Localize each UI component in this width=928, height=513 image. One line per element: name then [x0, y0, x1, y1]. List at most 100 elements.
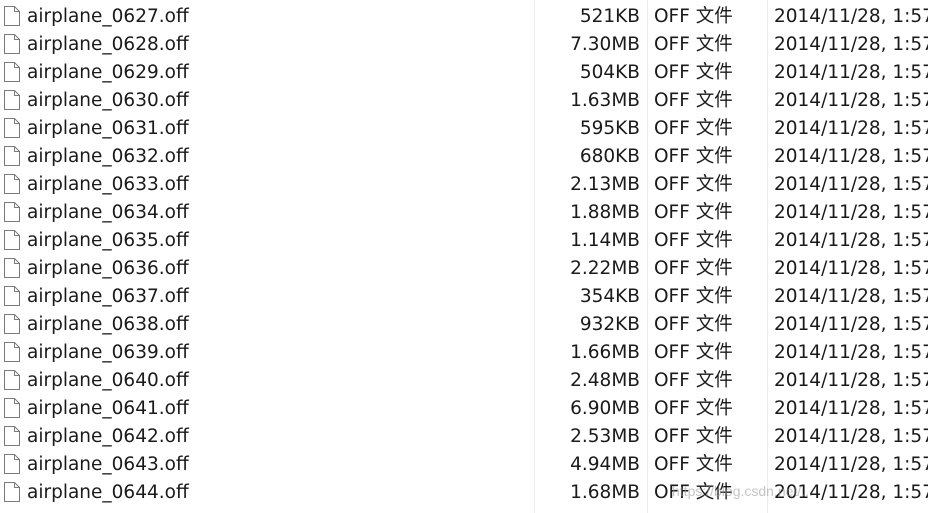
- file-type: OFF 文件: [654, 314, 733, 335]
- file-list: airplane_0627.off 521KB OFF 文件 2014/11/28, …: [0, 0, 928, 513]
- file-name: airplane_0639.off: [27, 342, 189, 363]
- file-icon: [4, 482, 20, 502]
- file-row[interactable]: airplane_0628.off 7.30MB OFF 文件 2014/11/28,…: [0, 30, 928, 58]
- file-icon: [4, 258, 20, 278]
- file-icon: [4, 146, 20, 166]
- file-name: airplane_0627.off: [27, 6, 189, 27]
- file-date: 2014/11/28, 1:57: [774, 370, 928, 391]
- file-type: OFF 文件: [654, 90, 733, 111]
- file-row[interactable]: airplane_0629.off 504KB OFF 文件 2014/11/28, …: [0, 58, 928, 86]
- file-icon: [4, 286, 20, 306]
- file-name: airplane_0638.off: [27, 314, 189, 335]
- file-size: 1.68MB: [570, 482, 640, 503]
- file-date: 2014/11/28, 1:57: [774, 398, 928, 419]
- file-type: OFF 文件: [654, 118, 733, 139]
- file-row[interactable]: airplane_0634.off 1.88MB OFF 文件 2014/11/28,…: [0, 198, 928, 226]
- file-icon: [4, 90, 20, 110]
- file-type: OFF 文件: [654, 342, 733, 363]
- file-type: OFF 文件: [654, 174, 733, 195]
- file-size: 2.48MB: [570, 370, 640, 391]
- file-icon: [4, 34, 20, 54]
- file-name: airplane_0643.off: [27, 454, 189, 475]
- file-size: 1.66MB: [570, 342, 640, 363]
- file-row[interactable]: airplane_0638.off 932KB OFF 文件 2014/11/28, …: [0, 310, 928, 338]
- file-size: 521KB: [579, 6, 640, 27]
- file-icon: [4, 202, 20, 222]
- file-icon: [4, 314, 20, 334]
- file-row[interactable]: airplane_0632.off 680KB OFF 文件 2014/11/28, …: [0, 142, 928, 170]
- file-size: 6.90MB: [570, 398, 640, 419]
- file-date: 2014/11/28, 1:57: [774, 314, 928, 335]
- file-icon: [4, 118, 20, 138]
- file-row[interactable]: airplane_0640.off 2.48MB OFF 文件 2014/11/28,…: [0, 366, 928, 394]
- file-name: airplane_0631.off: [27, 118, 189, 139]
- file-type: OFF 文件: [654, 258, 733, 279]
- file-date: 2014/11/28, 1:57: [774, 230, 928, 251]
- file-name: airplane_0628.off: [27, 34, 189, 55]
- file-date: 2014/11/28, 1:57: [774, 90, 928, 111]
- file-name: airplane_0642.off: [27, 426, 189, 447]
- file-type: OFF 文件: [654, 62, 733, 83]
- file-size: 2.53MB: [570, 426, 640, 447]
- file-size: 1.14MB: [570, 230, 640, 251]
- file-row[interactable]: airplane_0630.off 1.63MB OFF 文件 2014/11/28,…: [0, 86, 928, 114]
- file-type: OFF 文件: [654, 454, 733, 475]
- file-icon: [4, 230, 20, 250]
- file-icon: [4, 398, 20, 418]
- file-row[interactable]: airplane_0631.off 595KB OFF 文件 2014/11/28, …: [0, 114, 928, 142]
- file-name: airplane_0635.off: [27, 230, 189, 251]
- file-icon: [4, 342, 20, 362]
- file-row[interactable]: airplane_0627.off 521KB OFF 文件 2014/11/28, …: [0, 2, 928, 30]
- file-type: OFF 文件: [654, 230, 733, 251]
- file-icon: [4, 454, 20, 474]
- file-date: 2014/11/28, 1:57: [774, 34, 928, 55]
- file-date: 2014/11/28, 1:57: [774, 258, 928, 279]
- file-date: 2014/11/28, 1:57: [774, 146, 928, 167]
- file-name: airplane_0633.off: [27, 174, 189, 195]
- file-date: 2014/11/28, 1:57: [774, 454, 928, 475]
- file-type: OFF 文件: [654, 398, 733, 419]
- file-name: airplane_0644.off: [27, 482, 189, 503]
- file-name: airplane_0634.off: [27, 202, 189, 223]
- file-icon: [4, 370, 20, 390]
- file-date: 2014/11/28, 1:57: [774, 118, 928, 139]
- file-size: 2.22MB: [570, 258, 640, 279]
- file-icon: [4, 174, 20, 194]
- file-date: 2014/11/28, 1:57: [774, 426, 928, 447]
- file-icon: [4, 426, 20, 446]
- file-row[interactable]: airplane_0637.off 354KB OFF 文件 2014/11/28, …: [0, 282, 928, 310]
- file-icon: [4, 62, 20, 82]
- file-name: airplane_0629.off: [27, 62, 189, 83]
- file-row[interactable]: airplane_0639.off 1.66MB OFF 文件 2014/11/28,…: [0, 338, 928, 366]
- file-row[interactable]: airplane_0643.off 4.94MB OFF 文件 2014/11/28,…: [0, 450, 928, 478]
- file-date: 2014/11/28, 1:57: [774, 174, 928, 195]
- file-name: airplane_0632.off: [27, 146, 189, 167]
- file-type: OFF 文件: [654, 146, 733, 167]
- file-row[interactable]: airplane_0635.off 1.14MB OFF 文件 2014/11/28,…: [0, 226, 928, 254]
- file-row[interactable]: airplane_0642.off 2.53MB OFF 文件 2014/11/28,…: [0, 422, 928, 450]
- file-size: 504KB: [579, 62, 640, 83]
- file-type: OFF 文件: [654, 202, 733, 223]
- file-size: 4.94MB: [570, 454, 640, 475]
- file-size: 2.13MB: [570, 174, 640, 195]
- file-name: airplane_0630.off: [27, 90, 189, 111]
- file-date: 2014/11/28, 1:57: [774, 342, 928, 363]
- file-icon: [4, 6, 20, 26]
- file-type: OFF 文件: [654, 286, 733, 307]
- file-row[interactable]: airplane_0633.off 2.13MB OFF 文件 2014/11/28,…: [0, 170, 928, 198]
- file-size: 1.63MB: [570, 90, 640, 111]
- file-name: airplane_0640.off: [27, 370, 189, 391]
- file-type: OFF 文件: [654, 370, 733, 391]
- file-size: 7.30MB: [570, 34, 640, 55]
- file-row[interactable]: airplane_0636.off 2.22MB OFF 文件 2014/11/28,…: [0, 254, 928, 282]
- file-row[interactable]: airplane_0641.off 6.90MB OFF 文件 2014/11/28,…: [0, 394, 928, 422]
- file-name: airplane_0641.off: [27, 398, 189, 419]
- file-type: OFF 文件: [654, 34, 733, 55]
- file-size: 354KB: [579, 286, 640, 307]
- file-size: 595KB: [579, 118, 640, 139]
- file-date: 2014/11/28, 1:57: [774, 202, 928, 223]
- file-name: airplane_0637.off: [27, 286, 189, 307]
- file-size: 932KB: [579, 314, 640, 335]
- file-type: OFF 文件: [654, 426, 733, 447]
- file-date: 2014/11/28, 1:57: [774, 286, 928, 307]
